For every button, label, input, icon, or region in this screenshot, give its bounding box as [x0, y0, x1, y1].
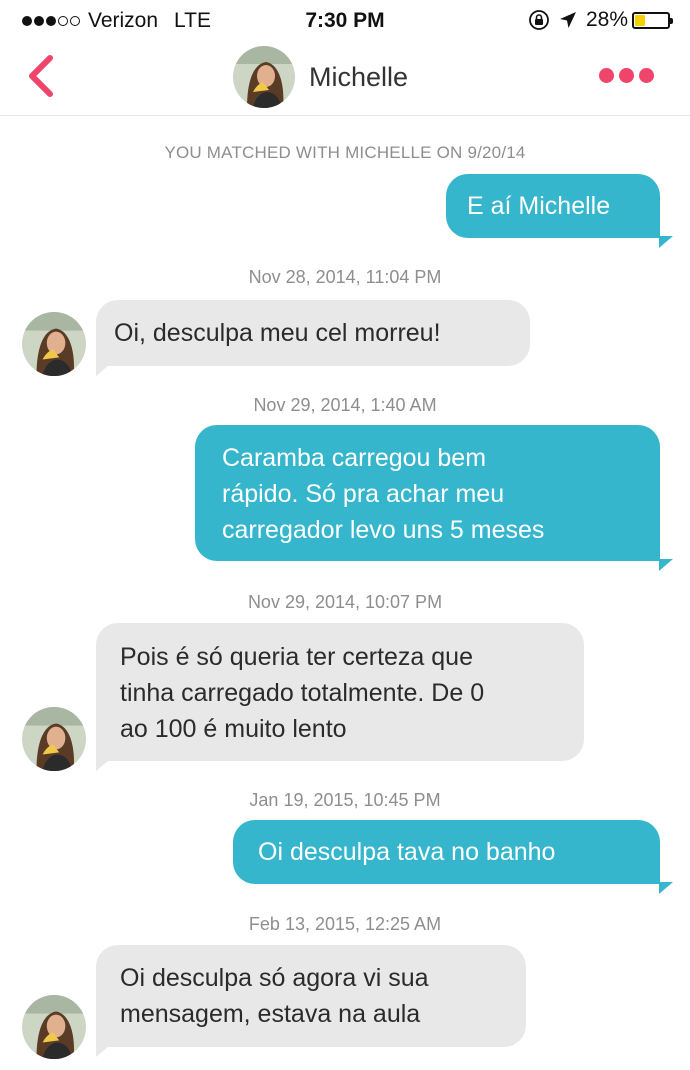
- message-timestamp: Feb 13, 2015, 12:25 AM: [248, 914, 442, 934]
- contact-header[interactable]: Michelle: [233, 46, 408, 108]
- message-text-line: tinha carregado totalmente. De 0: [120, 679, 485, 707]
- sender-avatar: [22, 707, 86, 771]
- incoming-message[interactable]: Oi, desculpa meu cel morreu!: [96, 300, 530, 376]
- contact-name: Michelle: [309, 61, 409, 92]
- more-options-button[interactable]: [594, 68, 654, 83]
- sender-avatar: [22, 995, 86, 1059]
- message-text-line: rápido. Só pra achar meu: [222, 480, 505, 508]
- rotation-lock-icon: [529, 10, 549, 30]
- match-notice: YOU MATCHED WITH MICHELLE ON 9/20/14: [164, 143, 526, 162]
- message-text: Oi desculpa tava no banho: [258, 838, 556, 866]
- profile-photo: [22, 995, 86, 1059]
- message-text-line: Pois é só queria ter certeza que: [120, 643, 473, 671]
- sender-avatar: [22, 312, 86, 376]
- message-text: Oi, desculpa meu cel morreu!: [114, 319, 441, 347]
- profile-photo: [22, 312, 86, 376]
- message-timestamp: Nov 29, 2014, 1:40 AM: [253, 395, 437, 415]
- outgoing-message[interactable]: Caramba carregou bem rápido. Só pra acha…: [195, 425, 673, 571]
- status-right: 28%: [528, 8, 673, 32]
- message-text-line: mensagem, estava na aula: [120, 1000, 421, 1028]
- back-button[interactable]: [22, 52, 62, 102]
- message-text-line: carregador levo uns 5 meses: [222, 516, 545, 544]
- incoming-message[interactable]: Oi desculpa só agora vi sua mensagem, es…: [96, 945, 526, 1057]
- more-dot-icon: [619, 68, 634, 83]
- more-dot-icon: [639, 68, 654, 83]
- message-text: E aí Michelle: [467, 192, 611, 220]
- chevron-left-icon: [29, 55, 53, 97]
- more-dot-icon: [599, 68, 614, 83]
- message-text-line: ao 100 é muito lento: [120, 715, 347, 743]
- outgoing-message[interactable]: E aí Michelle: [446, 174, 673, 248]
- contact-avatar: [233, 46, 295, 108]
- message-timestamp: Jan 19, 2015, 10:45 PM: [249, 790, 441, 810]
- message-timestamp: Nov 29, 2014, 10:07 PM: [247, 592, 443, 612]
- profile-photo: [233, 46, 295, 108]
- profile-photo: [22, 707, 86, 771]
- status-bar: Verizon LTE 7:30 PM 28%: [0, 0, 690, 40]
- message-text-line: Caramba carregou bem: [222, 444, 487, 472]
- battery-percent: 28%: [585, 8, 628, 31]
- incoming-message[interactable]: Pois é só queria ter certeza que tinha c…: [96, 623, 584, 771]
- battery-icon: [632, 11, 673, 29]
- chat-header: Michelle: [0, 40, 690, 116]
- outgoing-message[interactable]: Oi desculpa tava no banho: [233, 820, 673, 894]
- location-arrow-icon: [559, 12, 576, 28]
- message-timestamp: Nov 28, 2014, 11:04 PM: [248, 267, 442, 287]
- message-text-line: Oi desculpa só agora vi sua: [120, 964, 429, 992]
